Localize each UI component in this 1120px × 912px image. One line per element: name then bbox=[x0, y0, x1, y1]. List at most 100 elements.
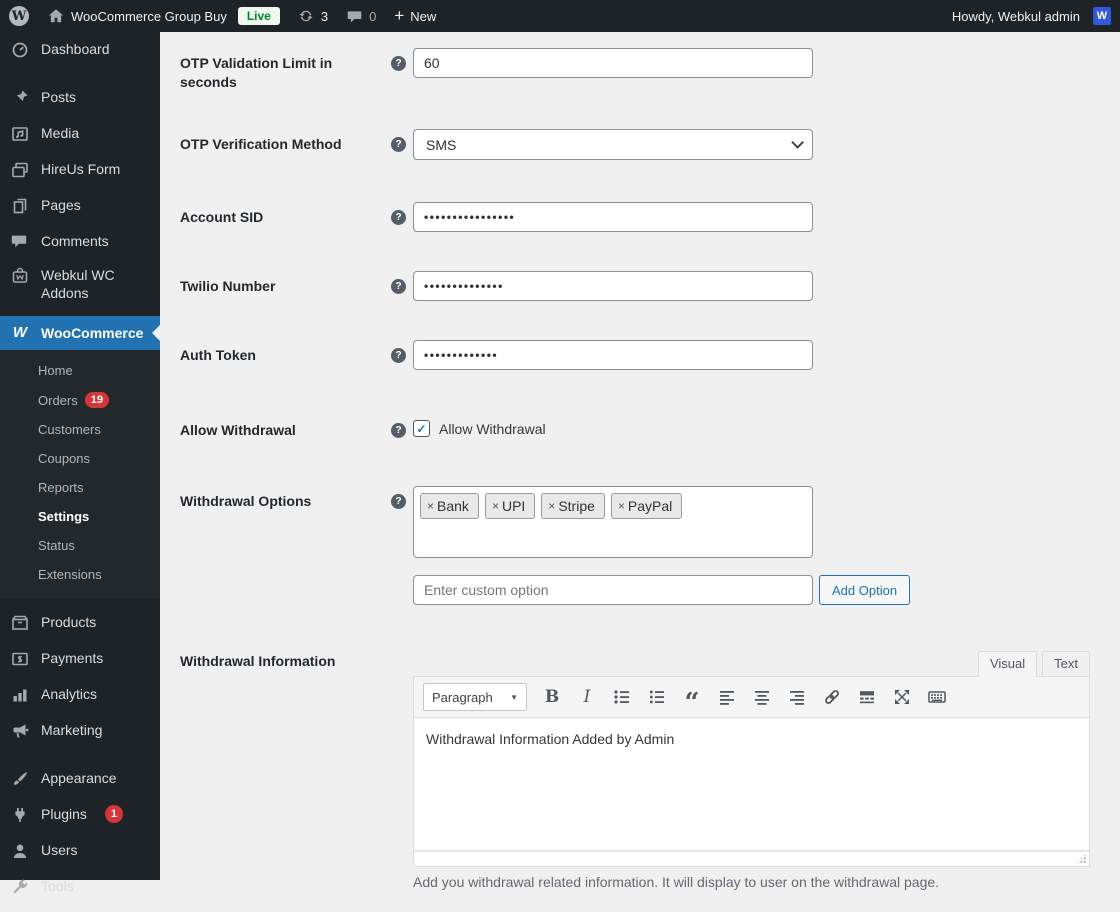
checkbox-label: Allow Withdrawal bbox=[439, 420, 546, 437]
updates-link[interactable]: 3 bbox=[288, 0, 337, 32]
otp-limit-input[interactable] bbox=[413, 48, 813, 78]
remove-tag-icon[interactable]: × bbox=[427, 499, 434, 513]
twilio-number-input[interactable] bbox=[413, 271, 813, 301]
pages-icon bbox=[10, 196, 30, 216]
withdrawal-options-multiselect[interactable]: × Bank × UPI × Stripe × PayPal bbox=[413, 486, 813, 558]
sidebar-item-analytics[interactable]: Analytics bbox=[0, 677, 160, 713]
help-icon[interactable]: ? bbox=[391, 494, 406, 509]
paragraph-format-select[interactable]: Paragraph ▼ bbox=[423, 683, 527, 711]
align-right-button[interactable] bbox=[787, 685, 807, 709]
sidebar-item-label: WooCommerce bbox=[41, 325, 144, 341]
sidebar-item-appearance[interactable]: Appearance bbox=[0, 761, 160, 797]
field-label: Allow Withdrawal bbox=[180, 422, 296, 438]
user-icon bbox=[10, 841, 30, 861]
sidebar-item-hireus-form[interactable]: HireUs Form bbox=[0, 152, 160, 188]
bullet-list-button[interactable] bbox=[612, 685, 632, 709]
remove-tag-icon[interactable]: × bbox=[492, 499, 499, 513]
link-button[interactable] bbox=[822, 685, 842, 709]
sidebar-item-woocommerce[interactable]: W WooCommerce bbox=[0, 316, 160, 350]
settings-form: OTP Validation Limit in seconds ? OTP Ve… bbox=[160, 32, 1120, 890]
sidebar-item-label: Pages bbox=[41, 197, 81, 213]
site-name: WooCommerce Group Buy bbox=[71, 8, 227, 24]
menu-separator bbox=[0, 68, 160, 80]
home-icon bbox=[47, 7, 65, 25]
auth-token-input[interactable] bbox=[413, 340, 813, 370]
submenu-item-status[interactable]: Status bbox=[0, 531, 160, 560]
sidebar-item-marketing[interactable]: Marketing bbox=[0, 713, 160, 749]
sidebar-item-label: Media bbox=[41, 125, 80, 141]
editor-content-area[interactable]: Withdrawal Information Added by Admin bbox=[413, 718, 1090, 851]
custom-option-input[interactable] bbox=[413, 575, 813, 605]
sidebar-item-label: Products bbox=[41, 614, 97, 630]
tab-visual[interactable]: Visual bbox=[977, 651, 1038, 677]
comments-link[interactable]: 0 bbox=[337, 0, 385, 32]
submenu-item-reports[interactable]: Reports bbox=[0, 473, 160, 502]
admin-bar: W WooCommerce Group Buy Live 3 0 + New H… bbox=[0, 0, 1120, 32]
comment-icon bbox=[346, 8, 363, 25]
submenu-item-customers[interactable]: Customers bbox=[0, 415, 160, 444]
form-row-withdrawal-options: Withdrawal Options ? × Bank × UPI × Stri… bbox=[180, 486, 1120, 605]
read-more-tag-button[interactable] bbox=[857, 685, 877, 709]
sidebar-item-users[interactable]: Users bbox=[0, 833, 160, 869]
blockquote-button[interactable]: “ bbox=[682, 685, 702, 716]
editor-text: Withdrawal Information Added by Admin bbox=[426, 731, 675, 747]
new-label: New bbox=[410, 8, 437, 24]
add-option-button[interactable]: Add Option bbox=[819, 575, 911, 605]
help-icon[interactable]: ? bbox=[391, 279, 406, 294]
sidebar-item-media[interactable]: Media bbox=[0, 116, 160, 152]
help-icon[interactable]: ? bbox=[391, 423, 406, 438]
field-label: Account SID bbox=[180, 209, 264, 225]
otp-method-select[interactable]: SMS bbox=[413, 129, 813, 160]
sidebar-item-label: Marketing bbox=[41, 722, 103, 738]
keyboard-shortcuts-button[interactable] bbox=[927, 685, 947, 709]
bold-button[interactable]: B bbox=[542, 685, 562, 709]
sidebar-item-label: Posts bbox=[41, 89, 77, 105]
italic-button[interactable]: I bbox=[577, 685, 597, 709]
field-label: OTP Validation Limit in seconds bbox=[180, 55, 333, 90]
numbered-list-button[interactable] bbox=[647, 685, 667, 709]
selected-option: SMS bbox=[426, 136, 457, 153]
help-icon[interactable]: ? bbox=[391, 137, 406, 152]
remove-tag-icon[interactable]: × bbox=[548, 499, 555, 513]
resize-grip[interactable] bbox=[1076, 853, 1087, 864]
my-account-link[interactable]: Howdy, Webkul admin W bbox=[943, 0, 1120, 32]
help-icon[interactable]: ? bbox=[391, 56, 406, 71]
align-center-button[interactable] bbox=[752, 685, 772, 709]
tab-text[interactable]: Text bbox=[1042, 651, 1090, 677]
wordpress-logo-menu[interactable]: W bbox=[0, 0, 38, 32]
menu-separator bbox=[0, 749, 160, 761]
align-left-button[interactable] bbox=[717, 685, 737, 709]
option-tag-paypal: × PayPal bbox=[610, 493, 683, 519]
update-icon bbox=[297, 7, 315, 25]
submenu-item-settings[interactable]: Settings bbox=[0, 502, 160, 531]
chevron-down-icon bbox=[791, 136, 804, 149]
submenu-item-coupons[interactable]: Coupons bbox=[0, 444, 160, 473]
sidebar-item-comments[interactable]: Comments bbox=[0, 224, 160, 258]
sidebar-item-payments[interactable]: Payments bbox=[0, 641, 160, 677]
site-name-link[interactable]: WooCommerce Group Buy bbox=[38, 0, 236, 32]
avatar: W bbox=[1093, 7, 1111, 25]
products-box-icon bbox=[10, 613, 30, 633]
sidebar-item-label: Webkul WC Addons bbox=[41, 267, 115, 301]
field-label: Withdrawal Information bbox=[180, 653, 336, 669]
sidebar-item-products[interactable]: Products bbox=[0, 605, 160, 641]
sidebar-item-dashboard[interactable]: Dashboard bbox=[0, 32, 160, 68]
submenu-item-orders[interactable]: Orders 19 bbox=[0, 385, 160, 415]
account-sid-input[interactable] bbox=[413, 202, 813, 232]
option-tag-upi: × UPI bbox=[484, 493, 536, 519]
submenu-item-home[interactable]: Home bbox=[0, 356, 160, 385]
sidebar-item-posts[interactable]: Posts bbox=[0, 80, 160, 116]
fullscreen-button[interactable] bbox=[892, 685, 912, 709]
megaphone-icon bbox=[10, 721, 30, 741]
new-content-link[interactable]: + New bbox=[385, 0, 445, 32]
help-icon[interactable]: ? bbox=[391, 348, 406, 363]
sidebar-item-plugins[interactable]: Plugins 1 bbox=[0, 797, 160, 833]
sidebar-item-webkul-wc-addons[interactable]: Webkul WC Addons bbox=[0, 258, 160, 310]
sidebar-item-label: Dashboard bbox=[41, 41, 110, 57]
help-icon[interactable]: ? bbox=[391, 210, 406, 225]
sidebar-item-pages[interactable]: Pages bbox=[0, 188, 160, 224]
remove-tag-icon[interactable]: × bbox=[618, 499, 625, 513]
sidebar-item-label: Payments bbox=[41, 650, 104, 666]
submenu-item-extensions[interactable]: Extensions bbox=[0, 560, 160, 589]
allow-withdrawal-checkbox[interactable]: ✓ bbox=[413, 420, 430, 437]
